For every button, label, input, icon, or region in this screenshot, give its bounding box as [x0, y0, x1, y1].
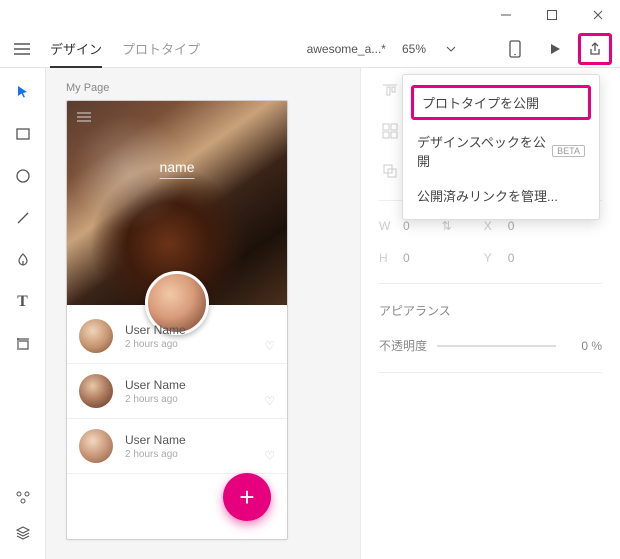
- text-tool[interactable]: T: [13, 292, 33, 312]
- x-value[interactable]: 0: [508, 219, 515, 233]
- device-preview-icon[interactable]: [498, 33, 532, 65]
- heart-icon: ♡: [264, 449, 275, 463]
- share-menu-popup: プロトタイプを公開 デザインスペックを公開 BETA 公開済みリンクを管理...: [402, 74, 600, 220]
- artboard[interactable]: name User Name 2 hours ago ♡ User Name: [66, 100, 288, 540]
- hero-image: name: [67, 101, 287, 305]
- opacity-label: 不透明度: [379, 337, 429, 354]
- line-tool[interactable]: [13, 208, 33, 228]
- menu-manage-links[interactable]: 公開済みリンクを管理...: [403, 178, 599, 213]
- assets-icon[interactable]: [13, 487, 33, 507]
- width-value[interactable]: 0: [403, 219, 410, 233]
- tool-sidebar: T: [0, 68, 46, 559]
- boolean-add-icon[interactable]: [379, 160, 401, 182]
- user-list: User Name 2 hours ago ♡ User Name 2 hour…: [67, 305, 287, 474]
- select-tool[interactable]: [13, 82, 33, 102]
- document-filename[interactable]: awesome_a...*: [307, 42, 386, 56]
- fab-add-button: +: [223, 473, 271, 521]
- opacity-value[interactable]: 0 %: [564, 339, 602, 353]
- rectangle-tool[interactable]: [13, 124, 33, 144]
- heart-icon: ♡: [264, 394, 275, 408]
- pen-tool[interactable]: [13, 250, 33, 270]
- heart-icon: ♡: [264, 339, 275, 353]
- beta-badge: BETA: [552, 145, 585, 157]
- height-label: H: [379, 251, 395, 265]
- user-name: User Name: [125, 378, 186, 392]
- user-name: User Name: [125, 433, 186, 447]
- window-close-button[interactable]: [580, 1, 616, 29]
- window-titlebar: [0, 0, 620, 30]
- align-top-icon[interactable]: [379, 80, 401, 102]
- hero-menu-icon: [77, 109, 91, 127]
- ellipse-tool[interactable]: [13, 166, 33, 186]
- timestamp: 2 hours ago: [125, 339, 186, 350]
- list-item: User Name 2 hours ago ♡: [67, 309, 287, 364]
- avatar: [79, 319, 113, 353]
- timestamp: 2 hours ago: [125, 394, 186, 405]
- tab-prototype[interactable]: プロトタイプ: [122, 30, 200, 67]
- repeat-grid-icon[interactable]: [379, 120, 401, 142]
- lock-aspect-icon[interactable]: ⇅: [440, 219, 454, 233]
- avatar: [79, 374, 113, 408]
- chevron-down-icon: [446, 46, 456, 52]
- y-label: Y: [484, 251, 500, 265]
- hero-name-label: name: [159, 159, 194, 175]
- hamburger-menu-icon[interactable]: [8, 42, 36, 56]
- window-maximize-button[interactable]: [534, 1, 570, 29]
- opacity-slider[interactable]: [437, 345, 556, 347]
- artboard-tool[interactable]: [13, 334, 33, 354]
- list-item: User Name 2 hours ago ♡: [67, 419, 287, 474]
- menu-publish-spec[interactable]: デザインスペックを公開 BETA: [403, 124, 599, 178]
- user-name: User Name: [125, 323, 186, 337]
- play-icon[interactable]: [538, 33, 572, 65]
- appearance-heading: アピアランス: [379, 302, 451, 319]
- menu-publish-spec-label: デザインスペックを公開: [417, 132, 546, 170]
- top-toolbar: デザイン プロトタイプ awesome_a...* 65%: [0, 30, 620, 68]
- y-value[interactable]: 0: [508, 251, 515, 265]
- height-value[interactable]: 0: [403, 251, 410, 265]
- layers-icon[interactable]: [13, 523, 33, 543]
- artboard-title[interactable]: My Page: [66, 82, 340, 94]
- avatar: [79, 429, 113, 463]
- list-item: User Name 2 hours ago ♡: [67, 364, 287, 419]
- width-label: W: [379, 219, 395, 233]
- x-label: X: [484, 219, 500, 233]
- zoom-value: 65%: [402, 42, 426, 56]
- share-button[interactable]: [578, 33, 612, 65]
- window-minimize-button[interactable]: [488, 1, 524, 29]
- menu-publish-prototype[interactable]: プロトタイプを公開: [411, 85, 591, 120]
- timestamp: 2 hours ago: [125, 449, 186, 460]
- tab-design[interactable]: デザイン: [50, 30, 102, 67]
- zoom-dropdown[interactable]: 65%: [402, 42, 456, 56]
- canvas-area[interactable]: My Page name User Name 2 hours ago ♡: [46, 68, 360, 559]
